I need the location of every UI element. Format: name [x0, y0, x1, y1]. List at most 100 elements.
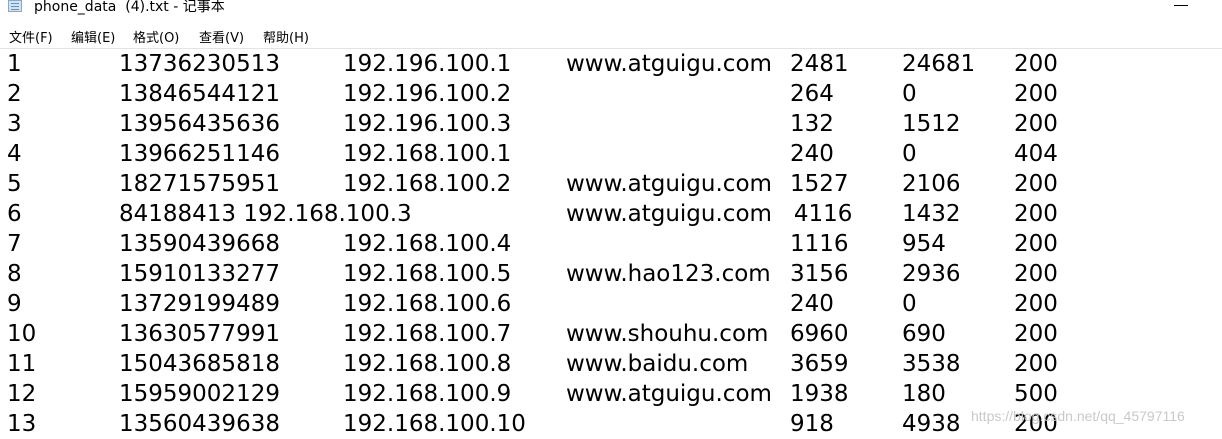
cell-status: 200: [1014, 111, 1058, 137]
cell-upload: 6960: [790, 321, 849, 347]
menu-format[interactable]: 格式(O): [133, 27, 179, 46]
cell-url: www.hao123.com: [566, 261, 771, 287]
menu-bar: 文件(F) 编辑(E) 格式(O) 查看(V) 帮助(H): [0, 22, 1222, 48]
cell-upload: 264: [790, 81, 834, 107]
cell-status: 200: [1014, 201, 1058, 227]
cell-download: 24681: [902, 51, 976, 77]
text-line: 7 13590439668 192.168.100.4 1116 954 200: [0, 229, 1222, 259]
cell-ip: 192.168.100.1: [343, 141, 512, 167]
cell-line-number: 1: [7, 51, 22, 77]
cell-status: 404: [1014, 141, 1058, 167]
text-line: 12 15959002129 192.168.100.9 www.atguigu.co…: [0, 379, 1222, 409]
cell-download: 3538: [902, 351, 961, 377]
cell-ip: 192.168.100.4: [343, 231, 512, 257]
cell-phone: 13630577991: [119, 321, 280, 347]
cell-upload: 240: [790, 291, 834, 317]
cell-phone: 15959002129: [119, 381, 280, 407]
cell-phone: 13729199489: [119, 291, 280, 317]
cell-phone: 13560439638: [119, 411, 280, 437]
cell-status: 200: [1014, 231, 1058, 257]
text-line: 1 13736230513 192.196.100.1 www.atguigu.com…: [0, 49, 1222, 79]
cell-download: 1512: [902, 111, 961, 137]
cell-ip: 192.196.100.1: [343, 51, 512, 77]
menu-file[interactable]: 文件(F): [9, 27, 53, 46]
cell-download: 2106: [902, 171, 961, 197]
cell-phone: 13966251146: [119, 141, 280, 167]
cell-line-number: 9: [7, 291, 22, 317]
text-line: 5 18271575951 192.168.100.2 www.atguigu.com…: [0, 169, 1222, 199]
cell-ip: 192.168.100.7: [343, 321, 512, 347]
text-line: 10 13630577991 192.168.100.7 www.shouhu.com…: [0, 319, 1222, 349]
cell-line-number: 3: [7, 111, 22, 137]
notepad-file-icon: [8, 0, 22, 12]
cell-download: 0: [902, 141, 917, 167]
cell-phone: 84188413 192.168.100.3: [119, 201, 412, 227]
cell-ip: 192.168.100.8: [343, 351, 512, 377]
cell-download: 2936: [902, 261, 961, 287]
cell-status: 500: [1014, 381, 1058, 407]
cell-line-number: 13: [7, 411, 37, 437]
text-line: 4 13966251146 192.168.100.1 240 0 404: [0, 139, 1222, 169]
text-line: 6 84188413 192.168.100.3 www.atguigu.com 4…: [0, 199, 1222, 229]
cell-phone: 13846544121: [119, 81, 280, 107]
cell-url: www.baidu.com: [566, 351, 749, 377]
cell-upload: 3659: [790, 351, 849, 377]
cell-line-number: 2: [7, 81, 22, 107]
cell-ip: 192.168.100.9: [343, 381, 512, 407]
cell-download: 180: [902, 381, 946, 407]
cell-ip: 192.196.100.2: [343, 81, 512, 107]
cell-ip: 192.168.100.2: [343, 171, 512, 197]
cell-line-number: 4: [7, 141, 22, 167]
cell-download: 1432: [902, 201, 961, 227]
cell-line-number: 7: [7, 231, 22, 257]
cell-ip: 192.168.100.6: [343, 291, 512, 317]
cell-url: www.atguigu.com: [566, 381, 772, 407]
cell-download: 0: [902, 81, 917, 107]
menu-help[interactable]: 帮助(H): [263, 27, 309, 46]
cell-url: www.atguigu.com: [566, 51, 772, 77]
cell-upload: 1938: [790, 381, 849, 407]
text-line: 3 13956435636 192.196.100.3 132 1512 200: [0, 109, 1222, 139]
cell-upload: 2481: [790, 51, 849, 77]
cell-line-number: 11: [7, 351, 37, 377]
cell-download: 0: [902, 291, 917, 317]
cell-upload: 1116: [790, 231, 849, 257]
cell-phone: 15043685818: [119, 351, 280, 377]
cell-ip: 192.196.100.3: [343, 111, 512, 137]
menu-view[interactable]: 查看(V): [199, 27, 244, 46]
cell-upload: 918: [790, 411, 834, 437]
cell-url: www.atguigu.com 4116: [566, 201, 853, 227]
cell-upload: 1527: [790, 171, 849, 197]
cell-phone: 13736230513: [119, 51, 280, 77]
cell-url: www.shouhu.com: [566, 321, 769, 347]
cell-status: 200: [1014, 291, 1058, 317]
cell-upload: 132: [790, 111, 834, 137]
cell-phone: 13590439668: [119, 231, 280, 257]
window-title: phone_data (4).txt - 记事本: [34, 0, 225, 15]
menu-edit[interactable]: 编辑(E): [71, 27, 115, 46]
cell-phone: 13956435636: [119, 111, 280, 137]
text-line: 9 13729199489 192.168.100.6 240 0 200: [0, 289, 1222, 319]
cell-download: 690: [902, 321, 946, 347]
cell-ip: 192.168.100.10: [343, 411, 526, 437]
text-line: 2 13846544121 192.196.100.2 264 0 200: [0, 79, 1222, 109]
watermark: https://blog.csdn.net/qq_45797116: [971, 408, 1185, 424]
cell-status: 200: [1014, 351, 1058, 377]
text-editor[interactable]: 1 13736230513 192.196.100.1 www.atguigu.com…: [0, 48, 1222, 439]
minimize-button[interactable]: [1160, 0, 1200, 20]
text-line: 11 15043685818 192.168.100.8 www.baidu.com 3…: [0, 349, 1222, 379]
cell-download: 954: [902, 231, 946, 257]
cell-status: 200: [1014, 261, 1058, 287]
cell-line-number: 6: [7, 201, 22, 227]
text-line: 8 15910133277 192.168.100.5 www.hao123.com 3…: [0, 259, 1222, 289]
cell-line-number: 12: [7, 381, 37, 407]
cell-ip: 192.168.100.5: [343, 261, 512, 287]
cell-line-number: 8: [7, 261, 22, 287]
cell-status: 200: [1014, 81, 1058, 107]
cell-line-number: 5: [7, 171, 22, 197]
cell-phone: 18271575951: [119, 171, 280, 197]
cell-download: 4938: [902, 411, 961, 437]
cell-upload: 240: [790, 141, 834, 167]
cell-url: www.atguigu.com: [566, 171, 772, 197]
cell-line-number: 10: [7, 321, 37, 347]
